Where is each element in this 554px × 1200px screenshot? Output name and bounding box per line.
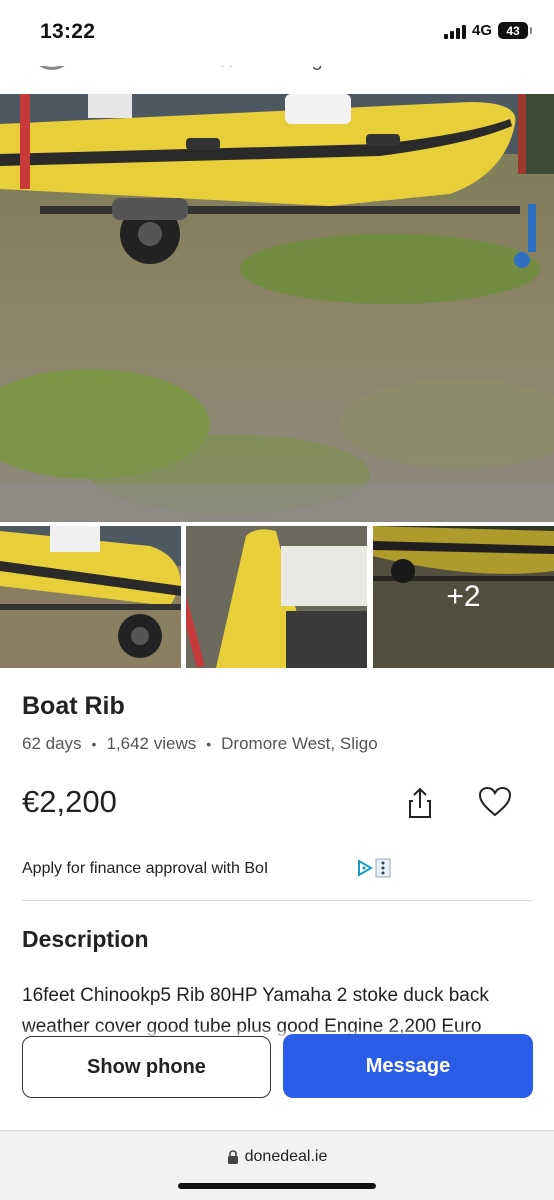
status-icons: 4G 43 [443, 22, 532, 39]
listing-price: €2,200 [22, 784, 117, 819]
browser-url-bar[interactable]: donedeal.ie [0, 1130, 554, 1200]
status-time: 13:22 [40, 20, 96, 43]
section-divider [22, 900, 532, 901]
share-icon [409, 787, 431, 818]
thumbnail-2[interactable] [186, 526, 367, 668]
listing-location: Dromore West, Sligo [221, 734, 378, 753]
battery-level: 43 [506, 23, 520, 38]
thumbnail-3[interactable]: +2 [373, 526, 554, 668]
listing-age: 62 days [22, 734, 82, 753]
message-button[interactable]: Message [283, 1034, 533, 1098]
url-display[interactable]: donedeal.ie [0, 1148, 554, 1166]
favourite-button[interactable] [478, 786, 512, 818]
ad-choices-icon[interactable] [356, 858, 396, 878]
signal-icon [443, 23, 466, 39]
more-photos-count: +2 [446, 580, 481, 613]
show-phone-button[interactable]: Show phone [22, 1036, 271, 1098]
battery-icon: 43 [498, 22, 532, 39]
lock-icon [227, 1150, 238, 1164]
thumbnail-image [0, 526, 181, 668]
adchoices-icon [358, 858, 391, 878]
heart-icon [478, 786, 512, 817]
boat-photo-image [0, 94, 554, 522]
thumbnail-strip: +2 [0, 526, 554, 668]
home-indicator [178, 1183, 376, 1189]
network-type: 4G [471, 22, 492, 39]
thumbnail-1[interactable] [0, 526, 181, 668]
listing-views: 1,642 views [106, 734, 197, 753]
thumbnail-image [186, 526, 367, 668]
more-photos-overlay[interactable]: +2 [373, 526, 554, 668]
status-bar: 13:22 4G 43 [0, 0, 554, 66]
description-heading: Description [22, 926, 149, 952]
url-text: donedeal.ie [244, 1148, 328, 1165]
share-button[interactable] [404, 786, 436, 820]
separator-dot: • [206, 736, 212, 752]
listing-meta: 62 days • 1,642 views • Dromore West, Sl… [22, 734, 378, 754]
separator-dot: • [91, 736, 97, 752]
action-bar: Show phone Message [0, 1028, 554, 1128]
main-photo[interactable] [0, 94, 554, 522]
finance-ad-text[interactable]: Apply for finance approval with BoI [22, 860, 268, 878]
listing-title: Boat Rib [22, 692, 125, 720]
